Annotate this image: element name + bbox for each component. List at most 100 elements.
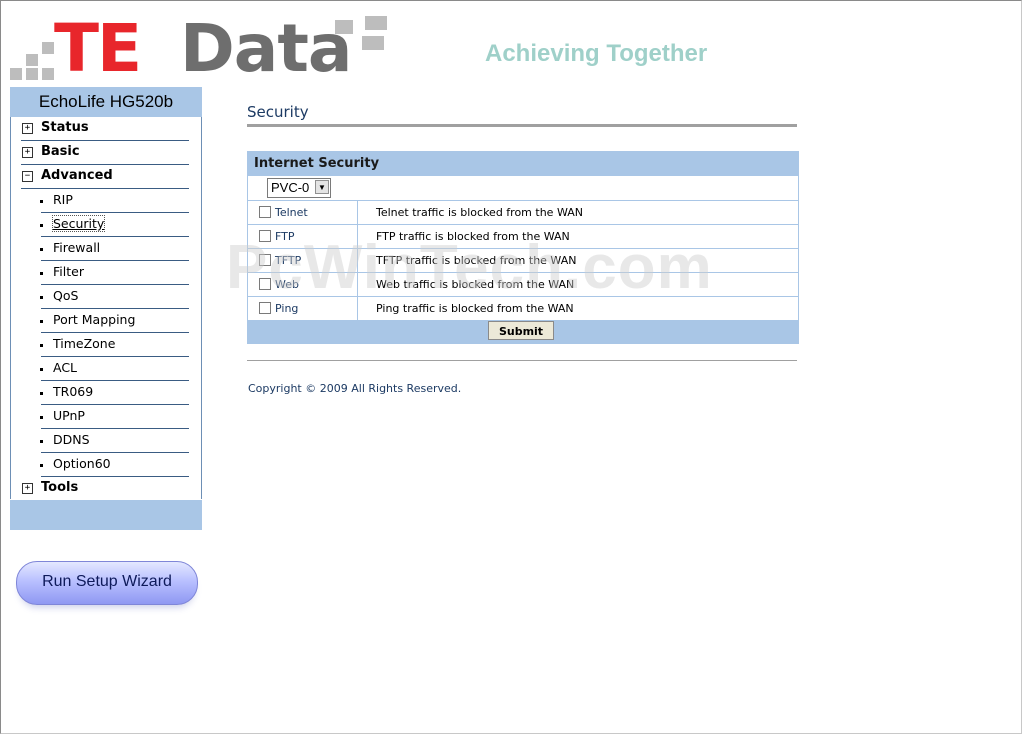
sidebar-subitem-timezone[interactable]: TimeZone: [11, 333, 201, 357]
sidebar-subitem-firewall[interactable]: Firewall: [11, 237, 201, 261]
logo-square: [42, 68, 54, 80]
bullet-icon: [40, 392, 43, 395]
bullet-icon: [40, 344, 43, 347]
table-row: FTP FTP traffic is blocked from the WAN: [248, 224, 798, 249]
table-row: Telnet Telnet traffic is blocked from th…: [248, 200, 798, 225]
service-name: Ping: [275, 302, 299, 315]
sidebar-subitem-ddns[interactable]: DDNS: [11, 429, 201, 453]
sidebar-subitem-port-mapping[interactable]: Port Mapping: [11, 309, 201, 333]
sidebar-subitem-label[interactable]: RIP: [53, 192, 73, 207]
bullet-icon: [40, 248, 43, 251]
sidebar-subitem-label[interactable]: Firewall: [53, 240, 100, 255]
logo-square: [10, 68, 22, 80]
bullet-icon: [40, 200, 43, 203]
page-title: Security: [247, 103, 309, 121]
logo-square: [26, 54, 38, 66]
service-description: Web traffic is blocked from the WAN: [376, 278, 575, 291]
ftp-checkbox[interactable]: [259, 230, 271, 242]
sidebar-subitem-label[interactable]: QoS: [53, 288, 78, 303]
sidebar-item-label: Status: [41, 120, 89, 135]
logo-square: [42, 42, 54, 54]
service-cell: Web: [248, 272, 358, 296]
expand-plus-icon[interactable]: +: [22, 483, 33, 494]
footer-divider: [247, 360, 797, 361]
sidebar-item-label: Tools: [41, 480, 79, 495]
pvc-select-row: PVC-0 ▼: [248, 176, 798, 201]
bullet-icon: [40, 368, 43, 371]
table-row: Web Web traffic is blocked from the WAN: [248, 272, 798, 297]
run-setup-wizard-button[interactable]: Run Setup Wizard: [16, 561, 198, 605]
sidebar-subitem-label[interactable]: TimeZone: [53, 336, 115, 351]
sidebar-subitem-qos[interactable]: QoS: [11, 285, 201, 309]
sidebar-subitem-filter[interactable]: Filter: [11, 261, 201, 285]
panel-header: Internet Security: [248, 152, 798, 176]
sidebar-subitem-option60[interactable]: Option60: [11, 453, 201, 477]
logo-te-text: TE: [54, 10, 142, 87]
sidebar-subitem-label[interactable]: TR069: [53, 384, 93, 399]
table-row: Ping Ping traffic is blocked from the WA…: [248, 296, 798, 321]
sidebar-item-label: Basic: [41, 144, 80, 159]
sidebar-footer: [10, 500, 202, 530]
ping-checkbox[interactable]: [259, 302, 271, 314]
sidebar-subitem-security[interactable]: Security: [11, 213, 201, 237]
device-model-header: EchoLife HG520b: [10, 87, 202, 117]
bullet-icon: [40, 320, 43, 323]
dropdown-arrow-icon[interactable]: ▼: [315, 180, 329, 194]
sidebar-subitem-label[interactable]: Option60: [53, 456, 111, 471]
service-cell: TFTP: [248, 248, 358, 272]
logo-data-text: Data: [180, 10, 352, 87]
bullet-icon: [40, 416, 43, 419]
service-description: Ping traffic is blocked from the WAN: [376, 302, 574, 315]
sidebar-subitem-label[interactable]: DDNS: [53, 432, 90, 447]
service-name: TFTP: [275, 254, 302, 267]
pvc-select[interactable]: PVC-0 ▼: [267, 178, 331, 198]
sidebar-subitem-tr069[interactable]: TR069: [11, 381, 201, 405]
sidebar-nav: + Status + Basic − Advanced RIP Security…: [10, 117, 202, 499]
service-cell: Telnet: [248, 200, 358, 224]
telnet-checkbox[interactable]: [259, 206, 271, 218]
sidebar-subitem-rip[interactable]: RIP: [11, 189, 201, 213]
logo-square: [26, 68, 38, 80]
bullet-icon: [40, 224, 43, 227]
sidebar-item-label: Advanced: [41, 168, 113, 183]
logo-square: [365, 16, 387, 30]
bullet-icon: [40, 440, 43, 443]
service-name: Web: [275, 278, 299, 291]
sidebar-subitem-label[interactable]: UPnP: [53, 408, 85, 423]
sidebar-item-tools[interactable]: + Tools: [11, 477, 201, 501]
sidebar-subitem-label[interactable]: Filter: [53, 264, 84, 279]
pvc-select-value: PVC-0: [271, 180, 310, 195]
submit-row: Submit: [248, 320, 798, 343]
expand-plus-icon[interactable]: +: [22, 123, 33, 134]
sidebar-subitem-label[interactable]: Security: [51, 215, 106, 232]
service-name: Telnet: [275, 206, 308, 219]
expand-plus-icon[interactable]: +: [22, 147, 33, 158]
sidebar-subitem-acl[interactable]: ACL: [11, 357, 201, 381]
bullet-icon: [40, 464, 43, 467]
service-name: FTP: [275, 230, 295, 243]
web-checkbox[interactable]: [259, 278, 271, 290]
service-cell: Ping: [248, 296, 358, 320]
tagline: Achieving Together: [485, 40, 708, 67]
sidebar-item-advanced[interactable]: − Advanced: [11, 165, 201, 189]
sidebar-subitem-label[interactable]: ACL: [53, 360, 77, 375]
bullet-icon: [40, 296, 43, 299]
bullet-icon: [40, 272, 43, 275]
tftp-checkbox[interactable]: [259, 254, 271, 266]
internet-security-panel: Internet Security PVC-0 ▼ Telnet Telnet …: [247, 151, 799, 344]
table-row: TFTP TFTP traffic is blocked from the WA…: [248, 248, 798, 273]
service-description: Telnet traffic is blocked from the WAN: [376, 206, 583, 219]
service-description: FTP traffic is blocked from the WAN: [376, 230, 570, 243]
panel-title: Internet Security: [254, 156, 380, 171]
copyright-text: Copyright © 2009 All Rights Reserved.: [248, 382, 462, 395]
service-description: TFTP traffic is blocked from the WAN: [376, 254, 577, 267]
submit-button[interactable]: Submit: [488, 321, 554, 340]
sidebar-subitem-upnp[interactable]: UPnP: [11, 405, 201, 429]
sidebar-item-status[interactable]: + Status: [11, 117, 201, 141]
service-cell: FTP: [248, 224, 358, 248]
te-data-logo: TE Data: [10, 14, 390, 84]
collapse-minus-icon[interactable]: −: [22, 171, 33, 182]
logo-square: [362, 36, 384, 50]
sidebar-subitem-label[interactable]: Port Mapping: [53, 312, 135, 327]
sidebar-item-basic[interactable]: + Basic: [11, 141, 201, 165]
